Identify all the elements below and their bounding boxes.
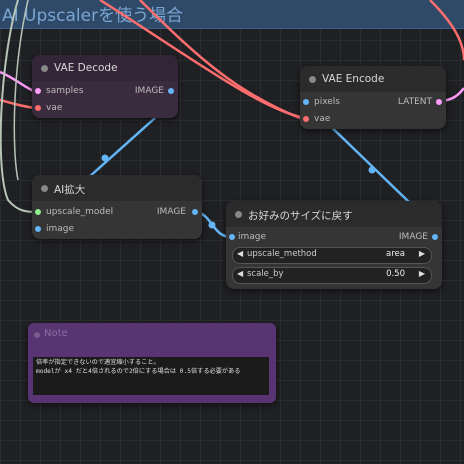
samples-wire: [0, 70, 37, 94]
ai-upscale-title: AI拡大: [54, 184, 86, 196]
note-node[interactable]: Note 倍率が指定できないので適宜縮小すること。 modelが x4 だと4倍さ…: [28, 323, 276, 403]
wire-midpoint: [208, 221, 216, 229]
ai-upscale-node[interactable]: AI拡大 upscale_model image IMAGE: [32, 175, 202, 239]
scale-by-number[interactable]: ◀ scale_by 0.50 ▶: [232, 267, 432, 284]
image-output-label: IMAGE: [398, 232, 428, 242]
upscale-method-label: upscale_method: [247, 249, 317, 259]
scale-by-label: scale_by: [247, 269, 284, 279]
samples-socket[interactable]: [35, 88, 41, 94]
right-arrow-icon[interactable]: ▶: [419, 269, 425, 278]
right-arrow-icon[interactable]: ▶: [419, 249, 425, 258]
wire-midpoint: [368, 166, 376, 174]
image-output-socket[interactable]: [168, 88, 174, 94]
image-socket[interactable]: [229, 234, 235, 240]
image-output-socket[interactable]: [192, 209, 198, 215]
note-textarea[interactable]: 倍率が指定できないので適宜縮小すること。 modelが x4 だと4倍されるので2…: [33, 357, 269, 395]
image-wire-resize-to-encode: [321, 117, 410, 203]
image-input-label: image: [238, 232, 267, 242]
vae-decode-title: VAE Decode: [54, 62, 118, 74]
note-line-1: 倍率が指定できないので適宜縮小すること。: [36, 359, 160, 366]
pixels-socket[interactable]: [303, 99, 309, 105]
node-collapse-dot-icon[interactable]: [309, 76, 316, 83]
node-collapse-dot-icon[interactable]: [235, 211, 242, 218]
pixels-input-label: pixels: [314, 97, 340, 107]
ai-upscale-header[interactable]: AI拡大: [32, 175, 202, 201]
image-input-label: image: [46, 224, 75, 234]
note-title: Note: [44, 328, 68, 339]
node-collapse-dot-icon[interactable]: [34, 332, 40, 338]
scale-by-value: 0.50: [386, 269, 405, 279]
vae-wire-right: [429, 0, 464, 61]
node-collapse-dot-icon[interactable]: [41, 65, 48, 72]
note-line-2: modelが x4 だと4倍されるので2倍にする場合は 0.5倍する必要がある: [36, 368, 241, 375]
left-arrow-icon[interactable]: ◀: [237, 249, 243, 258]
vae-input-label: vae: [314, 114, 331, 124]
left-arrow-icon[interactable]: ◀: [237, 269, 243, 278]
samples-input-label: samples: [46, 86, 84, 96]
vae-decode-node[interactable]: VAE Decode samples vae IMAGE: [32, 55, 178, 118]
vae-decode-wire: [0, 98, 37, 110]
resize-title: お好みのサイズに戻す: [248, 210, 353, 222]
resize-node[interactable]: お好みのサイズに戻す image IMAGE ◀ upscale_method …: [226, 201, 442, 289]
upscale-method-combo[interactable]: ◀ upscale_method area ▶: [232, 247, 432, 264]
vae-encode-title: VAE Encode: [322, 73, 385, 85]
image-socket[interactable]: [35, 226, 41, 232]
vae-input-label: vae: [46, 103, 63, 113]
vae-encode-header[interactable]: VAE Encode: [300, 66, 446, 92]
image-output-label: IMAGE: [156, 207, 186, 217]
model-wire-2: [13, 0, 29, 181]
upscale-method-value: area: [386, 249, 405, 259]
node-collapse-dot-icon[interactable]: [41, 185, 48, 192]
vae-encode-node[interactable]: VAE Encode pixels vae LATENT: [300, 66, 446, 129]
vae-socket[interactable]: [35, 105, 41, 111]
image-output-socket[interactable]: [432, 234, 438, 240]
vae-decode-header[interactable]: VAE Decode: [32, 55, 178, 81]
latent-output-label: LATENT: [397, 97, 432, 107]
wire-midpoint: [101, 154, 109, 162]
vae-socket[interactable]: [303, 116, 309, 122]
image-output-label: IMAGE: [134, 86, 164, 96]
upscale-model-input-label: upscale_model: [46, 207, 114, 217]
upscale-model-socket[interactable]: [35, 209, 41, 215]
latent-output-socket[interactable]: [436, 99, 442, 105]
resize-header[interactable]: お好みのサイズに戻す: [226, 201, 442, 227]
